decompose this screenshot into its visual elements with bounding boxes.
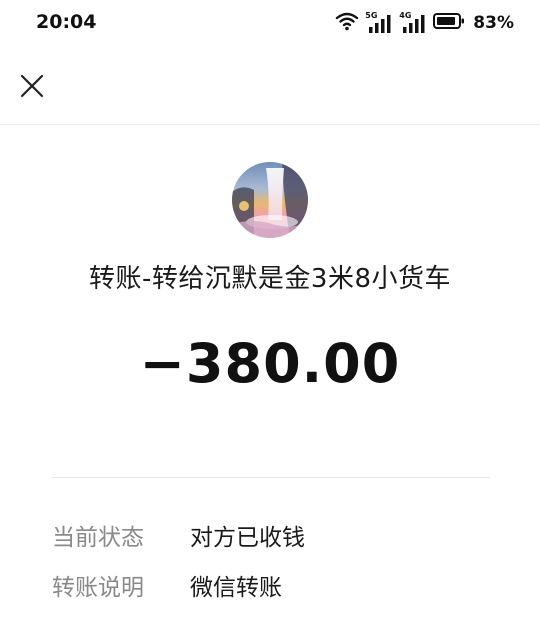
wifi-icon	[335, 11, 359, 35]
nav-divider	[0, 124, 540, 125]
status-time: 20:04	[36, 11, 97, 33]
close-icon	[19, 73, 45, 103]
status-bar: 20:04 5G 4G 83%	[0, 0, 540, 48]
signal-5g-icon: 5G	[365, 11, 393, 34]
detail-label: 转账说明	[52, 575, 144, 601]
battery-percent: 83%	[473, 13, 514, 33]
signal-4g-icon: 4G	[399, 11, 427, 34]
detail-row-note: 转账说明 微信转账	[52, 568, 492, 602]
status-icons: 5G 4G 83%	[335, 11, 514, 35]
detail-label: 当前状态	[52, 525, 144, 551]
detail-value: 微信转账	[190, 575, 282, 601]
close-button[interactable]	[14, 70, 50, 106]
avatar[interactable]	[232, 162, 308, 238]
transfer-title: 转账-转给沉默是金3米8小货车	[89, 264, 451, 294]
battery-icon	[433, 12, 465, 34]
transfer-amount: −380.00	[139, 332, 401, 395]
detail-value: 对方已收钱	[190, 525, 305, 551]
detail-row-status: 当前状态 对方已收钱	[52, 518, 492, 552]
section-divider	[52, 477, 490, 478]
